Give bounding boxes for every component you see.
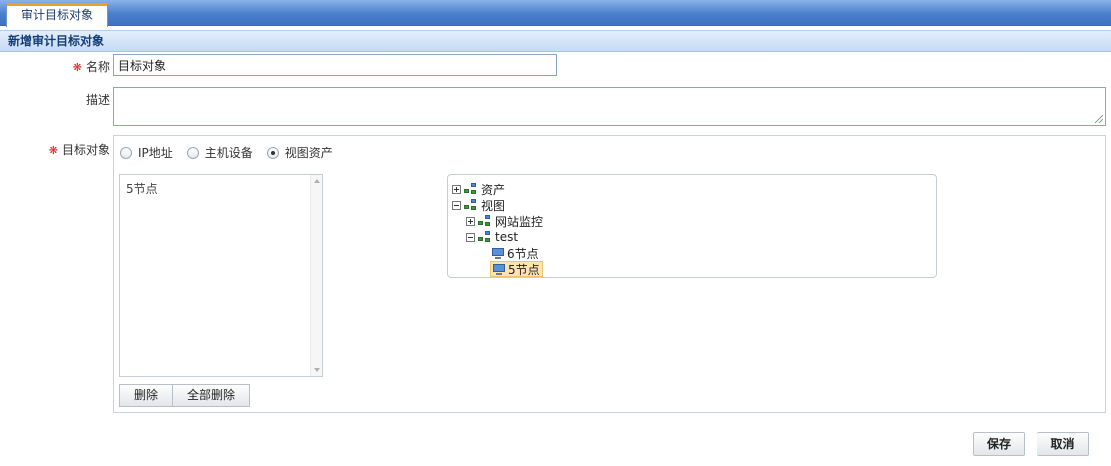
- required-marker-icon: ❋: [48, 144, 58, 157]
- delete-all-button[interactable]: 全部删除: [173, 384, 251, 407]
- radio-circle-icon[interactable]: [186, 146, 199, 159]
- target-label: 目标对象: [61, 143, 110, 157]
- scroll-up-icon[interactable]: [314, 179, 320, 183]
- cancel-button[interactable]: 取消: [1037, 432, 1089, 456]
- description-textarea[interactable]: [113, 87, 1106, 126]
- tree-node-5-selected[interactable]: 5节点: [490, 261, 543, 277]
- collapse-icon[interactable]: [466, 232, 475, 242]
- radio-view-label: 视图资产: [284, 146, 333, 160]
- delete-button[interactable]: 删除: [119, 384, 174, 407]
- tree-label-node5[interactable]: 5节点: [508, 261, 540, 278]
- tree-node-views[interactable]: 视图: [452, 197, 505, 213]
- expand-icon[interactable]: [466, 216, 475, 226]
- save-button[interactable]: 保存: [973, 432, 1025, 456]
- target-panel: IP地址 主机设备 视图资产 5节点 删除 全部删除 资产 视图 网站监控 te…: [113, 135, 1106, 413]
- computer-icon: [493, 263, 505, 275]
- tree-node-assets[interactable]: 资产: [452, 181, 505, 197]
- radio-view-assets[interactable]: 视图资产: [266, 144, 333, 161]
- network-icon: [464, 199, 478, 211]
- radio-host-label: 主机设备: [204, 146, 253, 160]
- radio-circle-icon[interactable]: [120, 146, 132, 159]
- tree-node-test[interactable]: test: [466, 229, 518, 245]
- network-icon: [464, 183, 478, 195]
- selected-targets-list[interactable]: 5节点: [119, 174, 323, 377]
- tree-label-test[interactable]: test: [495, 230, 518, 244]
- list-item[interactable]: 5节点: [126, 180, 158, 197]
- description-label: 描述: [85, 93, 110, 107]
- target-label-row: ❋ 目标对象: [0, 141, 110, 158]
- scroll-down-icon[interactable]: [314, 368, 320, 372]
- asset-tree: 资产 视图 网站监控 test 6节点 5节点: [447, 174, 937, 278]
- required-marker-icon: ❋: [72, 61, 82, 74]
- tab-bar: 审计目标对象: [0, 0, 1111, 27]
- tree-label-node6[interactable]: 6节点: [507, 245, 539, 262]
- resize-grip-icon[interactable]: [1095, 115, 1103, 123]
- tree-label-assets[interactable]: 资产: [481, 181, 505, 198]
- expand-icon[interactable]: [452, 184, 461, 194]
- radio-ip-address[interactable]: IP地址: [120, 144, 173, 161]
- section-title: 新增审计目标对象: [0, 30, 1111, 52]
- tree-node-6[interactable]: 6节点: [492, 245, 539, 261]
- network-icon: [478, 231, 492, 243]
- tree-label-views[interactable]: 视图: [481, 197, 505, 214]
- list-buttons: 删除 全部删除: [119, 384, 251, 407]
- name-label-row: ❋ 名称: [0, 58, 110, 75]
- radio-ip-label: IP地址: [138, 146, 173, 160]
- collapse-icon[interactable]: [452, 200, 461, 210]
- target-type-radios: IP地址 主机设备 视图资产: [120, 144, 347, 161]
- name-input[interactable]: [113, 54, 557, 76]
- computer-icon: [492, 247, 504, 259]
- tree-label-website-monitor[interactable]: 网站监控: [495, 213, 543, 230]
- list-scrollbar[interactable]: [310, 175, 322, 376]
- name-label: 名称: [85, 60, 110, 74]
- network-icon: [478, 215, 492, 227]
- tab-audit-target[interactable]: 审计目标对象: [6, 3, 108, 27]
- radio-checked-icon[interactable]: [266, 146, 279, 159]
- radio-host-device[interactable]: 主机设备: [186, 144, 253, 161]
- tree-node-website-monitor[interactable]: 网站监控: [466, 213, 543, 229]
